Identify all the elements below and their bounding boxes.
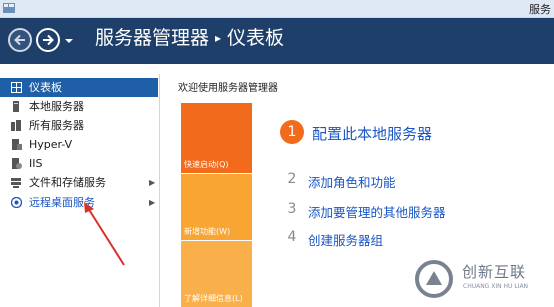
sidebar-item-remote-desktop[interactable]: 远程桌面服务 ▶ [0, 193, 158, 212]
sidebar-item-hyperv[interactable]: Hyper-V [0, 135, 158, 154]
step-link[interactable]: 创建服务器组 [308, 230, 383, 249]
breadcrumb-current: 仪表板 [227, 27, 285, 49]
brand-logo-icon [415, 260, 453, 298]
sidebar-item-label: 仪表板 [29, 81, 62, 94]
breadcrumb: 服务器管理器 ▸ 仪表板 [95, 26, 284, 50]
breadcrumb-separator-icon: ▸ [215, 31, 222, 45]
watermark-name: 创新互联 [462, 263, 527, 281]
sidebar-item-local-server[interactable]: 本地服务器 [0, 97, 158, 116]
dashboard-icon [11, 82, 22, 93]
tile-label: 了解详细信息(L) [184, 294, 243, 303]
tile-learn-more[interactable]: 了解详细信息(L) [181, 241, 252, 307]
storage-icon [11, 178, 21, 188]
welcome-title: 欢迎使用服务器管理器 [178, 83, 278, 94]
header-bar: 服务器管理器 ▸ 仪表板 [0, 18, 554, 64]
arrow-left-icon [14, 34, 25, 46]
remote-desktop-icon [11, 197, 22, 208]
tile-new-features[interactable]: 新增功能(W) [181, 174, 252, 240]
window-titlebar: 服务 [0, 0, 554, 18]
back-button[interactable] [8, 28, 32, 52]
watermark: 创新互联 CHUANG XIN HU LIAN [408, 255, 554, 305]
forward-button[interactable] [36, 28, 60, 52]
step-number: 4 [287, 229, 297, 245]
sidebar-item-all-servers[interactable]: 所有服务器 [0, 116, 158, 135]
step-number-badge: 1 [280, 120, 304, 144]
sidebar-item-iis[interactable]: IIS [0, 154, 158, 173]
iis-icon [12, 158, 22, 169]
sidebar-item-file-storage[interactable]: 文件和存储服务 ▶ [0, 173, 158, 192]
sidebar: 仪表板 本地服务器 所有服务器 Hyper-V IIS 文件和存储服务 ▶ 远程… [0, 74, 160, 307]
step-number: 2 [287, 171, 297, 187]
step-link[interactable]: 添加要管理的其他服务器 [308, 202, 446, 221]
window-title: 服务 [529, 3, 551, 16]
app-icon [3, 3, 15, 13]
servers-icon [11, 120, 21, 131]
tile-label: 快速启动(Q) [184, 160, 229, 169]
step-link[interactable]: 配置此本地服务器 [312, 123, 432, 144]
server-icon [13, 101, 19, 112]
chevron-right-icon[interactable]: ▶ [149, 193, 155, 212]
arrow-right-icon [43, 34, 54, 46]
breadcrumb-root[interactable]: 服务器管理器 [95, 27, 209, 49]
hyperv-icon [12, 139, 22, 150]
sidebar-item-dashboard[interactable]: 仪表板 [0, 78, 158, 97]
sidebar-item-label: IIS [29, 157, 43, 170]
chevron-right-icon[interactable]: ▶ [149, 173, 155, 192]
chevron-down-icon[interactable] [64, 37, 74, 45]
annotation-arrow-icon [84, 202, 125, 266]
sidebar-item-label: Hyper-V [29, 138, 73, 151]
sidebar-item-label: 本地服务器 [29, 100, 84, 113]
watermark-subtitle: CHUANG XIN HU LIAN [463, 283, 529, 290]
tile-label: 新增功能(W) [184, 227, 231, 236]
sidebar-item-label: 所有服务器 [29, 119, 84, 132]
tile-quick-start[interactable]: 快速启动(Q) [181, 103, 252, 173]
step-link[interactable]: 添加角色和功能 [308, 172, 396, 191]
step-number: 3 [287, 201, 297, 217]
sidebar-item-label: 文件和存储服务 [29, 176, 106, 189]
